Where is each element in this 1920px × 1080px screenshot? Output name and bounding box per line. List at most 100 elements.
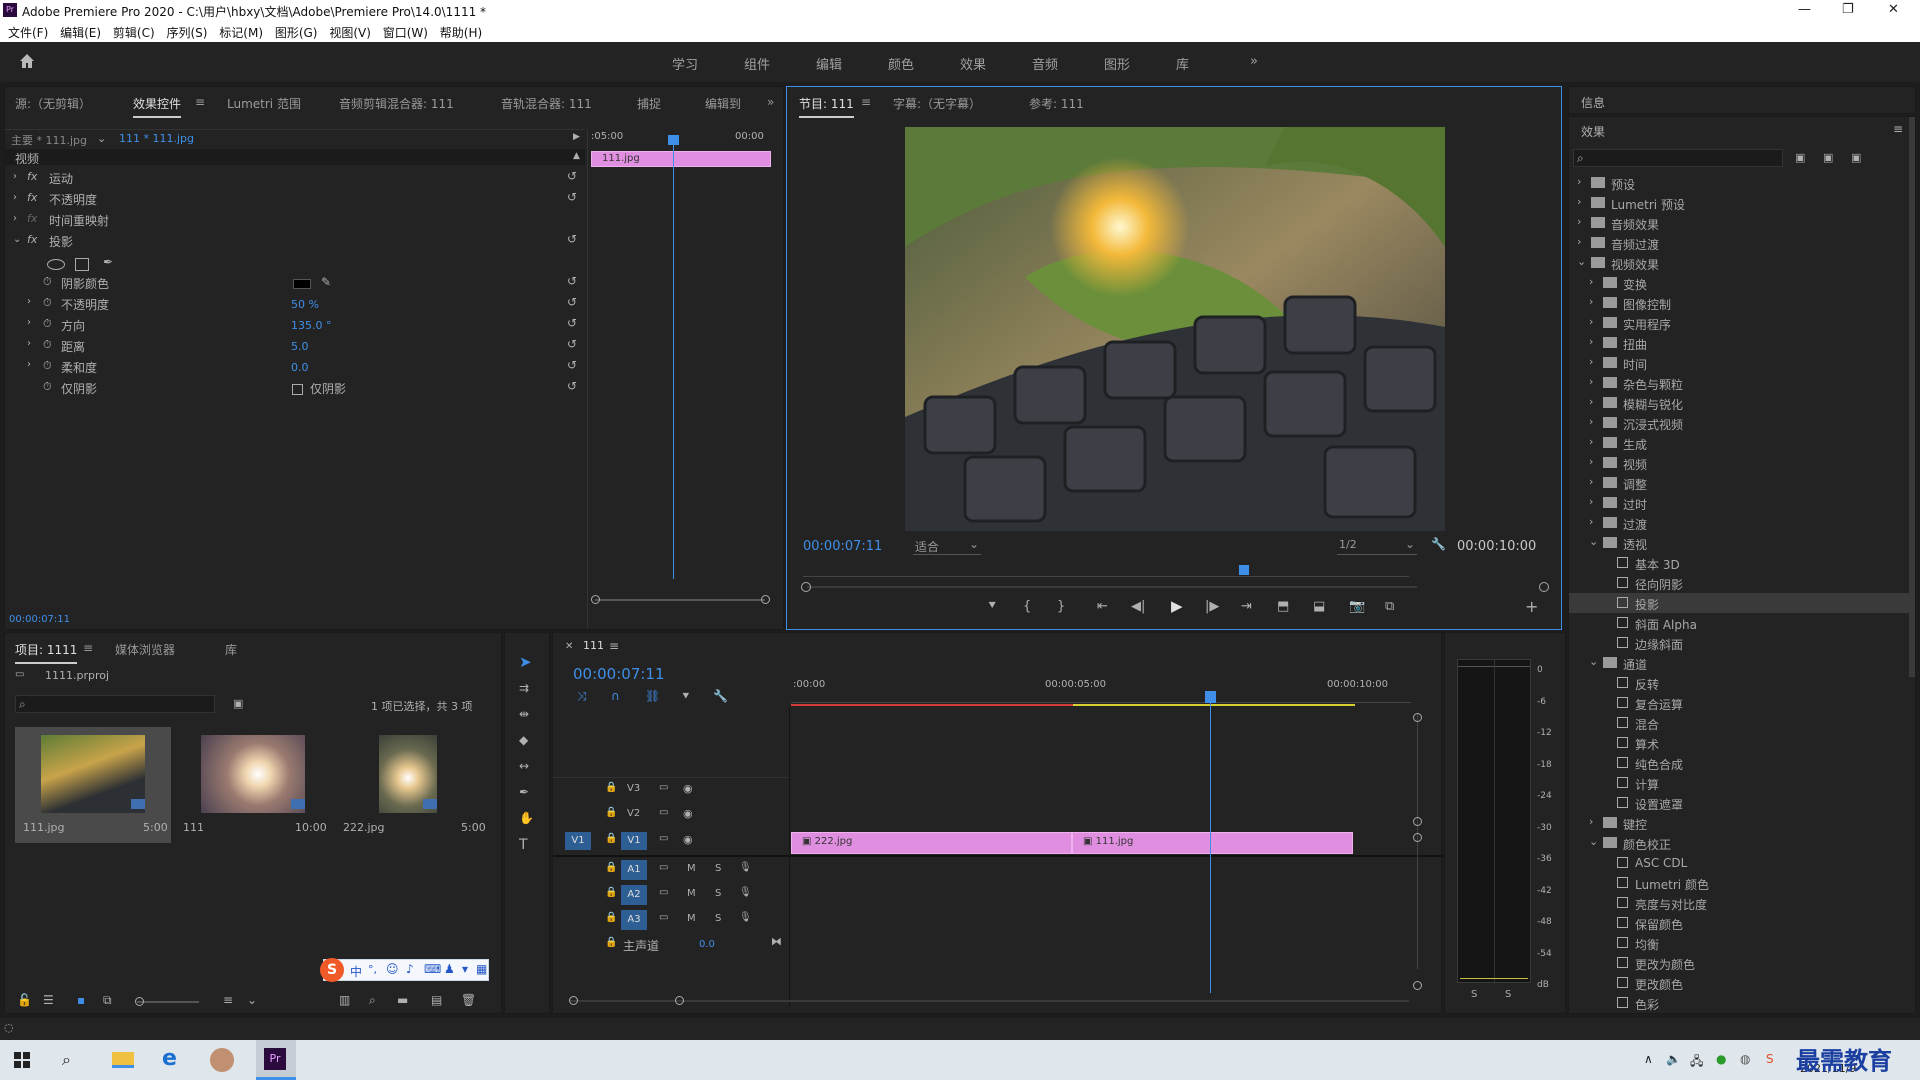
reset-icon[interactable]: ↺: [567, 190, 577, 204]
effects-item[interactable]: 边缘斜面: [1569, 633, 1909, 653]
effect-opacity[interactable]: 不透明度: [49, 191, 97, 208]
track-label[interactable]: A2: [621, 885, 647, 905]
effects-folder[interactable]: ⌄ 透视: [1569, 533, 1909, 553]
edge-browser-icon[interactable]: e: [162, 1046, 177, 1071]
chevron-down-icon[interactable]: ⌄: [1589, 835, 1598, 848]
pen-tool-icon[interactable]: ✒: [519, 785, 529, 799]
reset-icon[interactable]: ↺: [567, 316, 577, 330]
effects-item[interactable]: 反转: [1569, 673, 1909, 693]
effects-item[interactable]: 纯色合成: [1569, 753, 1909, 773]
rectangle-mask-icon[interactable]: [75, 258, 89, 271]
effects-item[interactable]: 亮度与对比度: [1569, 893, 1909, 913]
stopwatch-icon[interactable]: ⏱: [43, 359, 52, 373]
tab-libraries[interactable]: 库: [225, 641, 237, 658]
yuv-effects-icon[interactable]: ▣: [1851, 151, 1861, 164]
tray-app-icon[interactable]: ●: [1716, 1052, 1726, 1066]
hand-tool-icon[interactable]: ✋: [519, 811, 534, 825]
effect-drop-shadow[interactable]: 投影: [49, 233, 73, 250]
chevron-right-icon[interactable]: ›: [1589, 815, 1593, 828]
ime-skin-icon[interactable]: ▾: [462, 962, 468, 976]
fx-icon[interactable]: fx: [27, 212, 37, 225]
source-patch-v1[interactable]: V1: [565, 832, 591, 850]
effects-item[interactable]: 混合: [1569, 713, 1909, 733]
distance-value[interactable]: 5.0: [291, 340, 309, 353]
sync-lock-icon[interactable]: ▭: [659, 833, 668, 844]
timeline-playhead-handle[interactable]: [1205, 691, 1217, 703]
add-marker-icon[interactable]: ⯆: [987, 599, 997, 614]
effects-folder[interactable]: › 沉浸式视频: [1569, 413, 1909, 433]
tab-capture[interactable]: 捕捉: [637, 95, 661, 112]
timeline-timecode[interactable]: 00:00:07:11: [573, 665, 665, 683]
chevron-down-icon[interactable]: ⌄: [1589, 655, 1598, 668]
microphone-icon[interactable]: 🎙: [739, 912, 752, 923]
snap-icon[interactable]: ∩: [611, 689, 620, 703]
play-icon[interactable]: ▶: [1171, 597, 1183, 615]
shadow-color-swatch[interactable]: [293, 279, 311, 289]
project-item[interactable]: 111.jpg 5:00: [15, 727, 171, 843]
track-label[interactable]: A1: [621, 860, 647, 880]
tab-lumetri-scopes[interactable]: Lumetri 范围: [227, 95, 301, 112]
freeform-view-icon[interactable]: ⧉: [103, 993, 112, 1008]
chevron-down-icon[interactable]: ⌄: [247, 993, 257, 1007]
timeline-ruler[interactable]: [791, 691, 1411, 703]
direction-value[interactable]: 135.0 °: [291, 319, 332, 332]
effects-item[interactable]: 投影: [1569, 593, 1909, 613]
export-frame-icon[interactable]: 📷: [1349, 599, 1365, 614]
timeline-playhead[interactable]: [1210, 693, 1212, 993]
step-forward-icon[interactable]: |▶: [1205, 599, 1219, 614]
expand-icon[interactable]: ›: [27, 296, 31, 307]
info-title[interactable]: 信息: [1581, 94, 1605, 111]
pen-mask-icon[interactable]: ✒: [103, 255, 113, 269]
clip-dropdown-icon[interactable]: ⌄: [97, 132, 106, 145]
effects-item[interactable]: 设置遮罩: [1569, 793, 1909, 813]
softness-value[interactable]: 0.0: [291, 361, 309, 374]
track-select-tool-icon[interactable]: ⇉: [519, 681, 529, 695]
master-volume-value[interactable]: 0.0: [699, 939, 715, 950]
effect-time-remap[interactable]: 时间重映射: [49, 212, 109, 229]
tab-menu-icon[interactable]: ≡: [83, 641, 93, 655]
solo-button[interactable]: S: [715, 888, 721, 899]
type-tool-icon[interactable]: T: [519, 837, 528, 853]
workspace-graphics[interactable]: 图形: [1104, 54, 1130, 73]
chevron-right-icon[interactable]: ›: [1589, 275, 1593, 288]
ime-emoji-icon[interactable]: ☺: [386, 962, 399, 976]
solo-left-button[interactable]: S: [1471, 989, 1477, 1000]
ime-chinese-mode[interactable]: 中: [350, 963, 362, 980]
stopwatch-icon[interactable]: ⏱: [43, 296, 52, 310]
workspace-learn[interactable]: 学习: [672, 54, 698, 73]
effects-item[interactable]: 复合运算: [1569, 693, 1909, 713]
chevron-right-icon[interactable]: ›: [1589, 295, 1593, 308]
reset-icon[interactable]: ↺: [567, 232, 577, 246]
fx-icon[interactable]: fx: [27, 233, 37, 246]
effects-item[interactable]: 基本 3D: [1569, 553, 1909, 573]
chevron-right-icon[interactable]: ›: [1589, 455, 1593, 468]
ime-voice-icon[interactable]: ♪: [406, 962, 414, 976]
effects-item[interactable]: 斜面 Alpha: [1569, 613, 1909, 633]
workspace-libraries[interactable]: 库: [1176, 54, 1189, 73]
effects-folder[interactable]: › 过渡: [1569, 513, 1909, 533]
collapse-icon[interactable]: ⌄: [13, 234, 21, 245]
menu-marker[interactable]: 标记(M): [219, 24, 263, 41]
tray-expand-icon[interactable]: ∧: [1644, 1052, 1653, 1066]
reset-icon[interactable]: ↺: [567, 358, 577, 372]
eye-icon[interactable]: ◉: [683, 833, 693, 846]
more-tabs-icon[interactable]: »: [767, 95, 774, 109]
effects-folder[interactable]: › 扭曲: [1569, 333, 1909, 353]
opacity-value[interactable]: 50 %: [291, 298, 319, 311]
clear-icon[interactable]: 🗑: [461, 993, 476, 1007]
ime-toolbar[interactable]: S 中 °, ☺ ♪ ⌨ ♟ ▾ ▦: [320, 958, 489, 982]
panel-menu-icon[interactable]: ≡: [1893, 122, 1903, 136]
chevron-right-icon[interactable]: ›: [1589, 335, 1593, 348]
tab-edit-to[interactable]: 编辑到: [705, 95, 741, 112]
effects-item[interactable]: 更改为颜色: [1569, 953, 1909, 973]
menu-help[interactable]: 帮助(H): [440, 24, 482, 41]
wrench-icon[interactable]: 🔧: [713, 689, 728, 703]
menu-graphics[interactable]: 图形(G): [275, 24, 318, 41]
eye-icon[interactable]: ◉: [683, 782, 693, 795]
ec-playhead-handle[interactable]: [668, 135, 679, 145]
play-clip-icon[interactable]: ▶: [573, 132, 580, 142]
mute-button[interactable]: M: [687, 888, 696, 899]
ec-playhead[interactable]: [673, 135, 674, 579]
effects-folder[interactable]: › 视频: [1569, 453, 1909, 473]
effects-item[interactable]: 色彩: [1569, 993, 1909, 1013]
